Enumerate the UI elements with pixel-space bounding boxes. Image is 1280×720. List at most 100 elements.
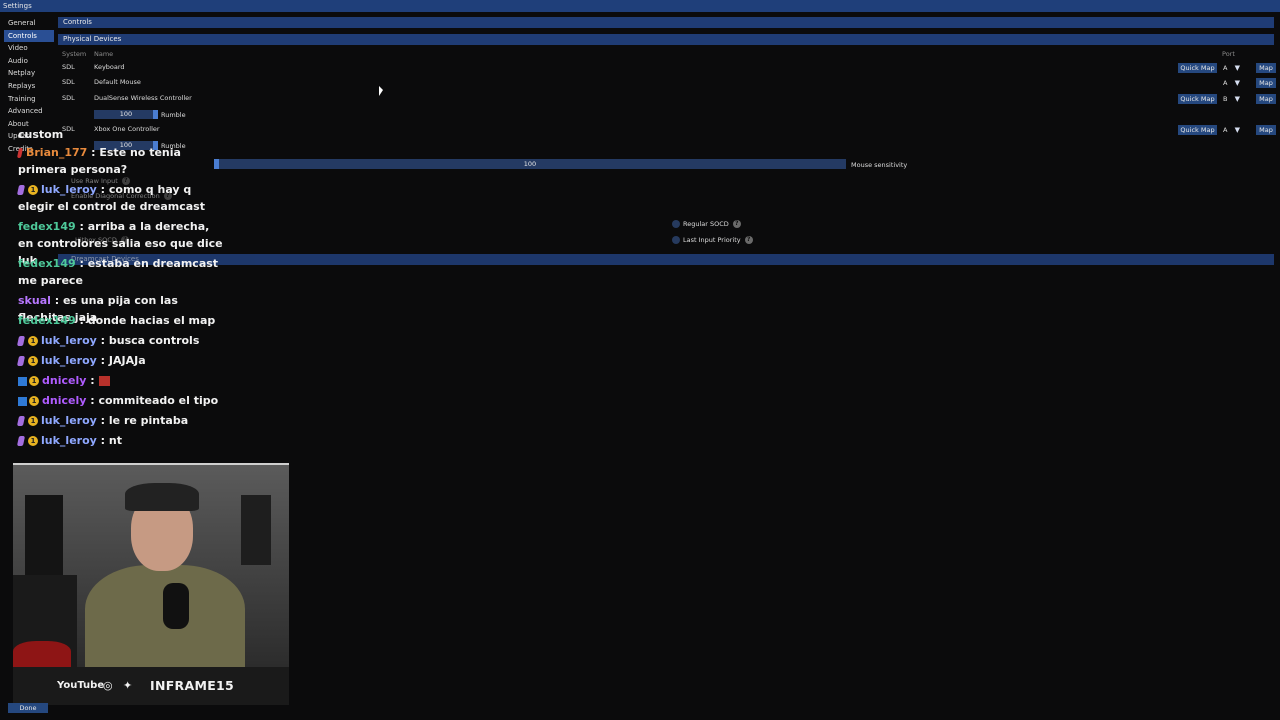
rumble-value: 100 — [119, 110, 133, 118]
chat-message: custom — [18, 126, 228, 143]
sidebar-item-replays[interactable]: Replays — [4, 80, 54, 93]
cam-panel — [241, 495, 271, 565]
chat-message: 1 luk_leroy : JAJAJa — [16, 352, 228, 369]
instagram-icon: ◎ — [103, 679, 113, 692]
sidebar-item-advanced[interactable]: Advanced — [4, 105, 54, 118]
sidebar-item-general[interactable]: General — [4, 17, 54, 30]
last-input-priority-option[interactable]: Last Input Priority? — [672, 235, 753, 245]
stream-banner: YouTube ◎ ✦ INFRAME15 — [13, 667, 289, 705]
port-value: B — [1223, 95, 1228, 103]
dropdown-arrow-icon: ▼ — [1234, 126, 1240, 134]
column-name: Name — [94, 50, 114, 58]
chat-message: 1 dnicely : commiteado el tipo — [18, 392, 228, 409]
chat-message: 1 luk_leroy : le re pintaba — [16, 412, 228, 429]
twitter-icon: ✦ — [123, 679, 133, 692]
chat-text: : JAJAJa — [100, 354, 146, 367]
chat-username: luk_leroy — [41, 183, 97, 196]
port-select[interactable]: A ▼ — [1221, 78, 1243, 88]
sidebar-item-netplay[interactable]: Netplay — [4, 67, 54, 80]
done-button[interactable]: Done — [8, 703, 48, 713]
chat-text: : busca controls — [100, 334, 200, 347]
cube-badge-icon — [18, 376, 27, 386]
mouse-sensitivity-label: Mouse sensitivity — [851, 161, 908, 169]
chat-username: dnicely — [42, 374, 87, 387]
physical-devices-header[interactable]: Physical Devices — [58, 34, 1274, 45]
help-icon[interactable]: ? — [732, 220, 741, 228]
rumble-label: Rumble — [161, 111, 186, 119]
dropdown-arrow-icon: ▼ — [1234, 79, 1240, 87]
map-button[interactable]: Map — [1256, 94, 1276, 104]
sword-badge-icon — [16, 336, 26, 346]
dreamcast-devices-header[interactable]: Dreamcast Devices — [58, 254, 1274, 265]
youtube-logo: YouTube — [57, 680, 105, 691]
sword-badge-icon — [16, 356, 26, 366]
sword-badge-icon — [16, 416, 26, 426]
last-input-priority-label: Last Input Priority — [683, 236, 741, 244]
port-value: A — [1223, 64, 1228, 72]
device-system: SDL — [62, 78, 75, 86]
cam-person-cap — [125, 483, 199, 511]
column-system: System — [62, 50, 87, 58]
chat-message: 1 luk_leroy : como q hay q elegir el cont… — [16, 181, 228, 215]
column-port: Port — [1222, 50, 1235, 58]
device-name: DualSense Wireless Controller — [94, 94, 192, 102]
channel-name: INFRAME15 — [150, 678, 235, 693]
rumble-slider[interactable]: 100 — [94, 110, 158, 119]
chat-username: fedex149 — [18, 220, 76, 233]
chat-message: fedex149 : donde hacias el map — [18, 312, 228, 329]
sidebar-item-training[interactable]: Training — [4, 93, 54, 106]
window-title: Settings — [0, 0, 1280, 12]
mouse-sensitivity-value: 100 — [523, 160, 537, 168]
dropdown-arrow-icon: ▼ — [1234, 64, 1240, 72]
quick-map-button[interactable]: Quick Map — [1178, 125, 1217, 135]
quick-map-button[interactable]: Quick Map — [1178, 94, 1217, 104]
device-system: SDL — [62, 63, 75, 71]
chat-text: : le re pintaba — [100, 414, 189, 427]
chat-username: luk_leroy — [41, 434, 97, 447]
webcam-feed — [13, 463, 289, 667]
map-button[interactable]: Map — [1256, 125, 1276, 135]
chat-text: : nt — [100, 434, 122, 447]
subscriber-badge-icon: 1 — [28, 356, 38, 366]
map-button[interactable]: Map — [1256, 78, 1276, 88]
port-select[interactable]: B ▼ — [1221, 94, 1243, 104]
emote-icon — [98, 376, 110, 386]
radio-button[interactable] — [672, 220, 680, 228]
chat-text: : commiteado el tipo — [90, 394, 219, 407]
controls-header: Controls — [58, 17, 1274, 28]
mouse-sensitivity-slider[interactable]: 100 — [214, 159, 846, 169]
radio-button[interactable] — [672, 236, 680, 244]
device-name: Default Mouse — [94, 78, 141, 86]
cube-badge-icon — [18, 396, 27, 406]
chat-username: dnicely — [42, 394, 87, 407]
device-name: Keyboard — [94, 63, 125, 71]
chat-username: fedex149 — [18, 257, 76, 270]
regular-socd-label: Regular SOCD — [683, 220, 729, 228]
chat-username: luk_leroy — [41, 354, 97, 367]
badge-icon — [16, 148, 24, 158]
sidebar-item-controls[interactable]: Controls — [4, 29, 54, 43]
subscriber-badge-icon: 1 — [28, 336, 38, 346]
chat-message: fedex149 : estaba en dreamcast me parece — [18, 255, 228, 289]
dropdown-arrow-icon: ▼ — [1234, 95, 1240, 103]
cam-microphone — [163, 583, 189, 629]
chat-message: Brian_177 : Este no tenia primera person… — [16, 144, 228, 178]
subscriber-badge-icon: 1 — [29, 396, 39, 406]
sidebar-item-video[interactable]: Video — [4, 42, 54, 55]
subscriber-badge-icon: 1 — [28, 416, 38, 426]
map-button[interactable]: Map — [1256, 63, 1276, 73]
sword-badge-icon — [16, 185, 26, 195]
slider-knob[interactable] — [153, 110, 158, 119]
sidebar-item-audio[interactable]: Audio — [4, 55, 54, 68]
chat-message: 1 dnicely : — [18, 372, 228, 389]
device-system: SDL — [62, 94, 75, 102]
chat-text: : — [90, 374, 95, 387]
sword-badge-icon — [16, 436, 26, 446]
help-icon[interactable]: ? — [744, 236, 753, 244]
chat-message: 1 luk_leroy : busca controls — [16, 332, 228, 349]
quick-map-button[interactable]: Quick Map — [1178, 63, 1217, 73]
port-select[interactable]: A ▼ — [1221, 63, 1243, 73]
chat-username: luk_leroy — [41, 334, 97, 347]
regular-socd-option[interactable]: Regular SOCD? — [672, 219, 741, 229]
port-select[interactable]: A ▼ — [1221, 125, 1243, 135]
